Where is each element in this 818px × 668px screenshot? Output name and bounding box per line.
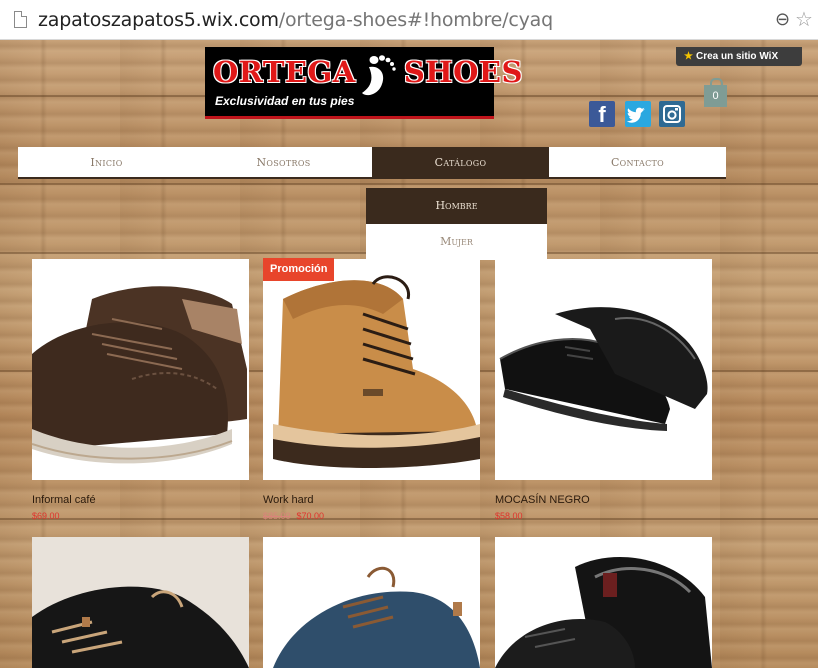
main-nav: Inicio Nosotros Catálogo Contacto [18, 147, 726, 179]
black-suede-shoe-image [32, 537, 249, 668]
cart-button[interactable]: 0 [704, 78, 727, 107]
blue-suede-shoe-image [273, 566, 480, 668]
promo-badge: Promoción [263, 258, 335, 281]
nav-item-inicio[interactable]: Inicio [18, 147, 195, 177]
facebook-icon[interactable]: f [589, 101, 615, 127]
product-price: $58.00 [495, 511, 523, 521]
star-icon: ★ [684, 51, 693, 62]
twitter-icon[interactable] [625, 101, 651, 127]
instagram-icon[interactable] [659, 101, 685, 127]
url-path: /ortega-shoes#!hombre/cyaq [278, 9, 553, 31]
address-bar[interactable]: zapatoszapatos5.wix.com/ortega-shoes#!ho… [0, 0, 818, 40]
instagram-camera-icon [663, 105, 681, 123]
nav-item-catalogo[interactable]: Catálogo [372, 147, 549, 177]
logo-tagline: Exclusividad en tus pies [215, 94, 355, 108]
footprint-icon [362, 55, 396, 96]
tan-boot-image [273, 275, 480, 468]
zoom-out-icon[interactable]: ⊖ [775, 9, 790, 30]
product-sale-price: $70.00 [296, 511, 325, 521]
wood-plank-divider [0, 183, 818, 185]
site-logo[interactable]: ORTEGA SHOES Exclusividad en tus pies [205, 47, 522, 119]
site-canvas: ORTEGA SHOES Exclusividad en tus pies ★ Cr… [0, 40, 818, 668]
twitter-bird-icon [626, 107, 645, 123]
bookmark-star-icon[interactable]: ☆ [795, 7, 813, 32]
product-price: $85.00 $70.00 [263, 511, 324, 521]
product-name[interactable]: Work hard [263, 494, 314, 506]
nav-item-contacto[interactable]: Contacto [549, 147, 726, 177]
page-icon [14, 11, 27, 28]
product-price: $69.00 [32, 511, 60, 521]
black-patent-shoe-image [495, 557, 712, 668]
product-name[interactable]: Informal café [32, 494, 96, 506]
wix-banner-label: Crea un sitio WiX [695, 51, 779, 62]
product-image-blue-suede[interactable] [263, 537, 480, 668]
product-image-mocasin-negro[interactable] [495, 259, 712, 480]
wix-create-site-banner[interactable]: ★ Crea un sitio WiX [676, 47, 802, 66]
wood-plank-divider [0, 518, 818, 520]
catalog-submenu: Hombre Mujer [366, 188, 547, 260]
product-image-informal-cafe[interactable] [32, 259, 249, 480]
url-domain: zapatoszapatos5.wix.com [38, 9, 279, 31]
product-name[interactable]: MOCASÍN NEGRO [495, 494, 590, 506]
black-oxford-image [499, 307, 708, 431]
product-image-work-hard[interactable] [263, 259, 480, 480]
product-image-black-patent[interactable] [495, 537, 712, 668]
product-image-black-suede[interactable] [32, 537, 249, 668]
url-text[interactable]: zapatoszapatos5.wix.com/ortega-shoes#!ho… [38, 9, 553, 31]
nav-item-nosotros[interactable]: Nosotros [195, 147, 372, 177]
product-old-price: $85.00 [263, 511, 291, 521]
submenu-item-mujer[interactable]: Mujer [366, 224, 547, 260]
submenu-item-hombre[interactable]: Hombre [366, 188, 547, 224]
brown-sneaker-image [32, 286, 247, 464]
